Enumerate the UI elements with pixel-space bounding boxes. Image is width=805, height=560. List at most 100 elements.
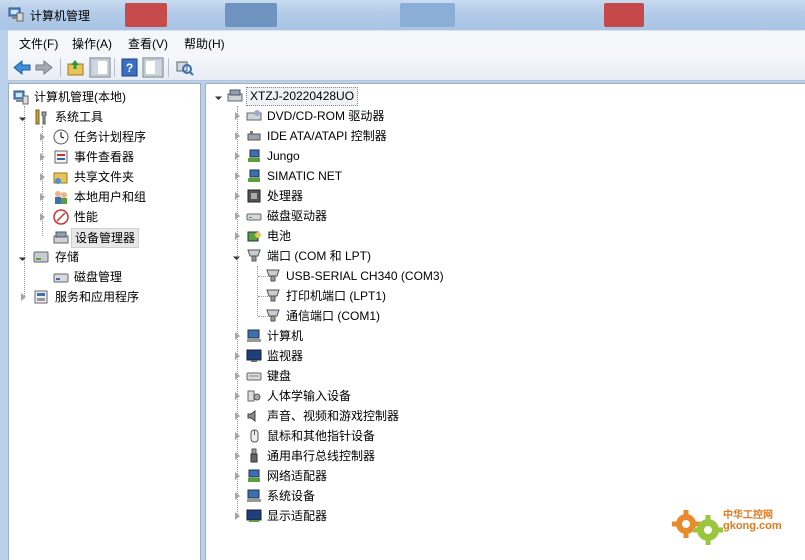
- expand-arrow-icon[interactable]: [40, 173, 45, 181]
- tree-label: 人体学输入设备: [267, 389, 352, 403]
- system-device-icon: [246, 488, 262, 504]
- expand-arrow-icon[interactable]: [235, 452, 240, 460]
- tree-label: 监视器: [267, 349, 304, 363]
- expand-arrow-icon[interactable]: [235, 472, 240, 480]
- title-bar[interactable]: 计算机管理: [0, 0, 805, 30]
- toolbar-separator: [60, 58, 61, 77]
- expand-arrow-icon[interactable]: [235, 432, 240, 440]
- battery-icon: [246, 228, 262, 244]
- simatic-net-icon: [246, 168, 262, 184]
- port-connector-icon: [265, 268, 281, 284]
- jungo-device-icon: [246, 148, 262, 164]
- network-adapter-icon: [246, 468, 262, 484]
- menu-bar: 文件(F) 操作(A) 查看(V) 帮助(H): [8, 30, 805, 54]
- tree-label: 存储: [55, 250, 80, 264]
- tree-label: 计算机: [267, 329, 304, 343]
- watermark-logo: 中华工控网 gkong.com: [668, 496, 805, 556]
- expand-arrow-icon[interactable]: [235, 392, 240, 400]
- hid-icon: [246, 388, 262, 404]
- expand-arrow-icon[interactable]: [21, 293, 26, 301]
- tree-label: DVD/CD-ROM 驱动器: [267, 109, 385, 123]
- tree-label: 事件查看器: [74, 150, 135, 164]
- shared-folder-icon: [53, 169, 69, 185]
- toolbar-separator: [168, 58, 169, 77]
- keyboard-icon: [246, 368, 262, 384]
- tree-label: 通信端口 (COM1): [286, 309, 380, 323]
- expand-arrow-icon[interactable]: [232, 252, 241, 261]
- svg-text:?: ?: [126, 61, 133, 75]
- ide-controller-icon: [246, 128, 262, 144]
- tree-label: 打印机端口 (LPT1): [286, 289, 387, 303]
- tree-label: 磁盘驱动器: [267, 209, 328, 223]
- device-tree-pane: XTZJ-20220428UO 端口 (COM 和 LPT) DVD/CD-RO…: [205, 83, 805, 560]
- dvd-drive-icon: [246, 108, 262, 124]
- background-app-thumbnail: [125, 3, 167, 27]
- gear-icon: [672, 510, 723, 545]
- port-connector-icon: [265, 288, 281, 304]
- tree-label: 鼠标和其他指针设备: [267, 429, 376, 443]
- help-icon[interactable]: ?: [119, 57, 141, 78]
- tree-label: 声音、视频和游戏控制器: [267, 409, 400, 423]
- port-connector-icon: [265, 308, 281, 324]
- expand-arrow-icon[interactable]: [40, 213, 45, 221]
- tree-label: 性能: [74, 210, 99, 224]
- background-app-thumbnail: [225, 3, 277, 27]
- menu-file[interactable]: 文件(F): [19, 35, 58, 52]
- port-icon: [246, 248, 262, 264]
- expand-arrow-icon[interactable]: [40, 193, 45, 201]
- tree-label: 电池: [267, 229, 292, 243]
- background-app-thumbnail: [604, 3, 644, 27]
- tree-label: 系统设备: [267, 489, 316, 503]
- menu-help[interactable]: 帮助(H): [184, 35, 225, 52]
- expand-arrow-icon[interactable]: [235, 332, 240, 340]
- users-icon: [53, 189, 69, 205]
- tree-label: Jungo: [267, 149, 300, 163]
- expand-arrow-icon[interactable]: [235, 152, 240, 160]
- window-title: 计算机管理: [30, 9, 91, 23]
- forward-arrow-icon[interactable]: [33, 57, 55, 78]
- show-hide-tree-icon[interactable]: [89, 57, 111, 78]
- tree-line: [24, 106, 25, 296]
- event-viewer-icon: [53, 149, 69, 165]
- services-icon: [33, 289, 49, 305]
- expand-arrow-icon[interactable]: [235, 352, 240, 360]
- expand-arrow-icon[interactable]: [235, 412, 240, 420]
- expand-arrow-icon[interactable]: [235, 372, 240, 380]
- expand-arrow-icon[interactable]: [235, 212, 240, 220]
- mouse-icon: [246, 428, 262, 444]
- tree-label: SIMATIC NET: [267, 169, 343, 183]
- tree-label: 网络适配器: [267, 469, 328, 483]
- expand-arrow-icon[interactable]: [235, 132, 240, 140]
- tree-line: [257, 266, 258, 316]
- expand-arrow-icon[interactable]: [40, 153, 45, 161]
- clock-icon: [53, 129, 69, 145]
- expand-arrow-icon[interactable]: [235, 232, 240, 240]
- toolbar: ?: [8, 54, 805, 81]
- tree-label: 任务计划程序: [74, 130, 147, 144]
- expand-arrow-icon[interactable]: [235, 172, 240, 180]
- console-tree: 计算机管理(本地) 系统工具 任务计划程序 事件查看器 共享文件夹 本地用户和组…: [8, 83, 201, 560]
- tree-label: USB-SERIAL CH340 (COM3): [286, 269, 444, 283]
- tree-label: 计算机管理(本地): [34, 90, 126, 104]
- scan-hardware-icon[interactable]: [173, 57, 195, 78]
- monitor-icon: [246, 348, 262, 364]
- expand-arrow-icon[interactable]: [214, 92, 223, 101]
- tree-label: IDE ATA/ATAPI 控制器: [267, 129, 387, 143]
- tools-icon: [33, 109, 49, 125]
- tree-label: 共享文件夹: [74, 170, 135, 184]
- menu-view[interactable]: 查看(V): [128, 35, 168, 52]
- tree-label: 通用串行总线控制器: [267, 449, 376, 463]
- expand-arrow-icon[interactable]: [40, 133, 45, 141]
- expand-arrow-icon[interactable]: [235, 512, 240, 520]
- computer-icon: [246, 328, 262, 344]
- expand-arrow-icon[interactable]: [235, 112, 240, 120]
- usb-icon: [246, 448, 262, 464]
- computer-icon: [227, 88, 243, 104]
- device-manager-icon: [53, 229, 69, 245]
- expand-arrow-icon[interactable]: [235, 192, 240, 200]
- expand-arrow-icon[interactable]: [235, 492, 240, 500]
- show-hide-action-pane-icon[interactable]: [142, 57, 164, 78]
- menu-action[interactable]: 操作(A): [72, 35, 112, 52]
- back-arrow-icon[interactable]: [11, 57, 33, 78]
- up-folder-icon[interactable]: [65, 57, 87, 78]
